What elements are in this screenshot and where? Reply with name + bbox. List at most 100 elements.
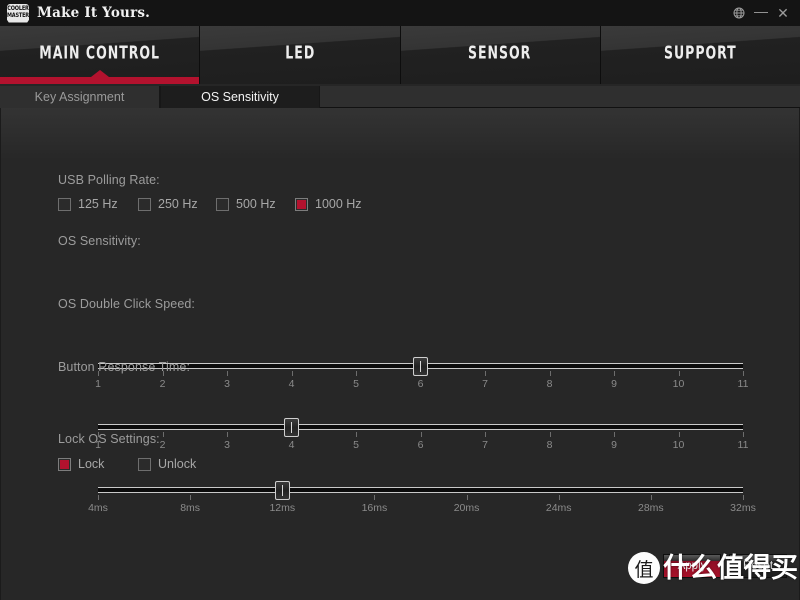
slider-tick bbox=[614, 371, 615, 376]
slider-tick-label: 7 bbox=[482, 439, 488, 451]
slider-tick-label: 11 bbox=[737, 378, 749, 390]
slider-tick bbox=[743, 371, 744, 376]
tab-label: LED bbox=[284, 42, 315, 64]
checkbox-label: Lock bbox=[78, 457, 105, 471]
tab-sensor[interactable]: SENSOR bbox=[400, 26, 601, 84]
checkbox-lock[interactable]: Lock bbox=[58, 457, 138, 471]
panel-top-gradient bbox=[1, 108, 799, 160]
lock-os-settings-options: Lock Unlock bbox=[58, 457, 196, 471]
slider-handle[interactable] bbox=[274, 481, 290, 500]
tab-main-control[interactable]: MAIN CONTROL bbox=[0, 26, 201, 84]
os-sensitivity-label: OS Sensitivity: bbox=[58, 234, 141, 248]
main-tab-bar: MAIN CONTROL LED SENSOR SUPPORT bbox=[0, 26, 800, 84]
reset-button[interactable]: Reset bbox=[729, 554, 787, 578]
slider-tick bbox=[485, 371, 486, 376]
checkbox-box[interactable] bbox=[138, 457, 151, 471]
slider-tick-label: 8 bbox=[546, 378, 553, 390]
tab-label: MAIN CONTROL bbox=[39, 42, 160, 64]
os-double-click-speed-label: OS Double Click Speed: bbox=[58, 297, 195, 311]
tab-label: SENSOR bbox=[468, 42, 532, 64]
slider-tick-label: 9 bbox=[611, 439, 617, 451]
checkbox-125hz[interactable]: 125 Hz bbox=[58, 197, 138, 211]
slider-tick bbox=[420, 432, 422, 437]
active-tab-underline bbox=[0, 77, 200, 84]
slider-tick bbox=[227, 432, 228, 437]
checkbox-label: 1000 Hz bbox=[315, 197, 362, 211]
checkbox-box[interactable] bbox=[58, 457, 71, 471]
checkbox-label: 500 Hz bbox=[236, 197, 276, 211]
app-title: Make It Yours. bbox=[37, 5, 151, 21]
slider-tick bbox=[291, 371, 293, 376]
slider-tick-label: 16ms bbox=[361, 502, 388, 514]
checkbox-box[interactable] bbox=[295, 197, 308, 211]
slider-tick-label: 7 bbox=[482, 378, 488, 390]
checkbox-box[interactable] bbox=[58, 197, 71, 211]
slider-tick bbox=[650, 495, 652, 500]
checkbox-250hz[interactable]: 250 Hz bbox=[138, 197, 216, 211]
slider-tick-label: 6 bbox=[417, 439, 424, 451]
slider-tick-label: 8 bbox=[546, 439, 553, 451]
slider-tick bbox=[678, 432, 680, 437]
subtab-os-sensitivity[interactable]: OS Sensitivity bbox=[160, 86, 320, 108]
slider-track[interactable] bbox=[98, 424, 743, 430]
slider-tick-label: 3 bbox=[224, 439, 230, 451]
slider-tick-label: 2 bbox=[159, 378, 166, 390]
checkbox-label: 125 Hz bbox=[78, 197, 118, 211]
slider-tick-label: 3 bbox=[224, 378, 230, 390]
app-window: COOLER MASTER Make It Yours. — ✕ MAIN CO… bbox=[0, 0, 800, 600]
slider-handle[interactable] bbox=[284, 418, 299, 437]
slider-tick-label: 10 bbox=[672, 378, 685, 390]
slider-tick-label: 8ms bbox=[180, 502, 201, 514]
slider-tick bbox=[98, 495, 99, 500]
slider-tick bbox=[374, 495, 376, 500]
usb-polling-rate-options: 125 Hz 250 Hz 500 Hz 1000 Hz bbox=[58, 197, 362, 211]
slider-tick-label: 24ms bbox=[545, 502, 572, 514]
usb-polling-rate-label: USB Polling Rate: bbox=[58, 173, 160, 187]
subtab-key-assignment[interactable]: Key Assignment bbox=[0, 86, 160, 108]
cooler-master-logo-icon: COOLER MASTER bbox=[7, 3, 29, 23]
slider-tick-label: 9 bbox=[611, 378, 617, 390]
slider-tick bbox=[190, 495, 192, 500]
section-button-response-time: Button Response Time: bbox=[58, 360, 190, 374]
slider-tick bbox=[466, 495, 468, 500]
minimize-button[interactable]: — bbox=[750, 0, 772, 26]
checkbox-box[interactable] bbox=[216, 197, 229, 211]
slider-handle[interactable] bbox=[413, 357, 428, 376]
slider-tick bbox=[743, 495, 744, 500]
slider-tick bbox=[614, 432, 615, 437]
slider-tick-label: 28ms bbox=[638, 502, 664, 514]
apply-button[interactable]: Apply bbox=[663, 554, 721, 578]
slider-tick-label: 11 bbox=[737, 439, 749, 451]
checkbox-label: 250 Hz bbox=[158, 197, 198, 211]
slider-tick bbox=[485, 432, 486, 437]
checkbox-label: Unlock bbox=[158, 457, 197, 471]
slider-tick-label: 4 bbox=[288, 439, 295, 451]
slider-tick bbox=[558, 495, 560, 500]
tab-label: SUPPORT bbox=[663, 42, 737, 64]
checkbox-box[interactable] bbox=[138, 197, 151, 211]
checkbox-500hz[interactable]: 500 Hz bbox=[216, 197, 295, 211]
tab-led[interactable]: LED bbox=[200, 26, 401, 84]
slider-tick bbox=[678, 371, 680, 376]
section-os-sensitivity: OS Sensitivity: bbox=[58, 234, 141, 248]
logo-line-2: MASTER bbox=[7, 11, 29, 20]
slider-tick bbox=[743, 432, 744, 437]
tab-support[interactable]: SUPPORT bbox=[600, 26, 800, 84]
slider-tick-label: 20ms bbox=[453, 502, 480, 514]
checkbox-unlock[interactable]: Unlock bbox=[138, 457, 196, 471]
window-controls: — ✕ bbox=[728, 0, 800, 26]
globe-icon[interactable] bbox=[728, 0, 750, 26]
checkbox-1000hz[interactable]: 1000 Hz bbox=[295, 197, 362, 211]
section-lock-os-settings: Lock OS Settings: Lock Unlock bbox=[58, 432, 196, 471]
slider-ticks: 4ms 8ms 12ms 16ms 20ms 24ms 28ms 32ms bbox=[88, 495, 756, 514]
section-usb-polling-rate: USB Polling Rate: 125 Hz 250 Hz 500 Hz 1… bbox=[58, 173, 362, 211]
slider-track[interactable] bbox=[98, 487, 743, 493]
slider-tick-label: 6 bbox=[417, 378, 424, 390]
slider-tick bbox=[549, 432, 551, 437]
slider-tick-label: 10 bbox=[672, 439, 685, 451]
content-panel: USB Polling Rate: 125 Hz 250 Hz 500 Hz 1… bbox=[0, 108, 800, 600]
slider-tick-label: 1 bbox=[95, 378, 101, 390]
slider-tick bbox=[356, 371, 357, 376]
close-button[interactable]: ✕ bbox=[772, 0, 794, 26]
slider-tick bbox=[227, 371, 228, 376]
